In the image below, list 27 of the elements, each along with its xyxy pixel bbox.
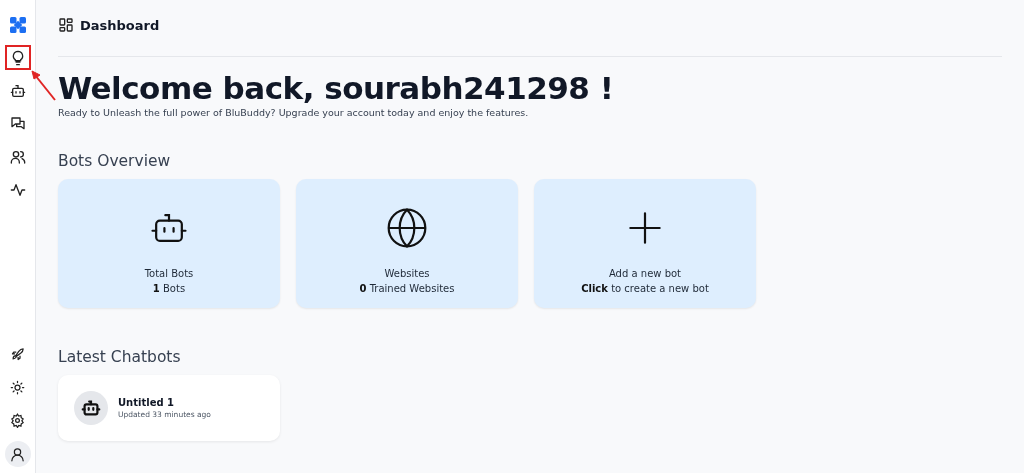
card-title: Add a new bot — [608, 268, 682, 279]
card-detail: Click to create a new bot — [581, 283, 709, 294]
users-icon — [9, 148, 26, 165]
activity-icon — [9, 181, 26, 198]
nav-button[interactable] — [4, 45, 31, 70]
add-bot-card[interactable]: Add a new bot Click to create a new bot — [534, 179, 756, 308]
grid-logo-icon — [8, 15, 27, 34]
chatbot-name: Untitled 1 — [118, 397, 176, 408]
card-title: Websites — [384, 268, 430, 279]
dashboard-icon — [58, 17, 74, 33]
chat-bubbles-icon — [9, 115, 26, 132]
nav-button[interactable] — [4, 441, 31, 467]
sun-icon — [10, 380, 25, 395]
welcome-heading: Welcome back, sourabh241298 ! — [58, 69, 615, 107]
bot-avatar-icon — [74, 391, 108, 425]
card-detail: 1 Bots — [152, 283, 186, 294]
annotation-arrow-icon — [28, 69, 59, 103]
user-icon — [10, 446, 25, 462]
welcome-subtitle: Ready to Unleash the full power of BluBuddy? Upgrade your account today and enjoy the features. — [58, 107, 530, 118]
section-title: Bots Overview — [58, 152, 172, 170]
card-detail: 0 Trained Websites — [359, 283, 455, 294]
card-title: Total Bots — [144, 268, 194, 279]
section-title: Latest Chatbots — [58, 348, 182, 366]
robot-icon — [9, 82, 26, 99]
globe-icon — [385, 206, 429, 250]
page-title: Dashboard — [80, 17, 160, 33]
settings-icon — [10, 413, 25, 428]
